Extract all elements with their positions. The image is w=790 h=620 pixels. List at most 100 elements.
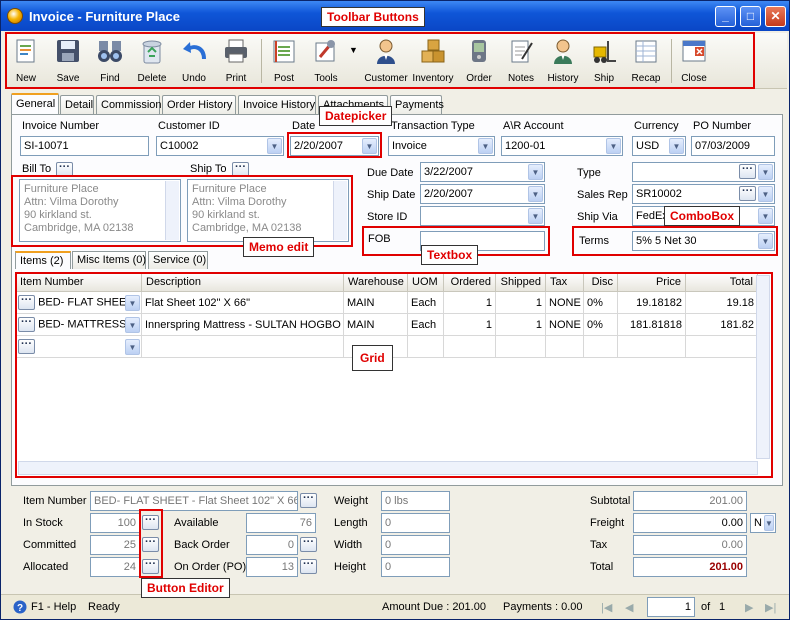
- button-editor-annotation-label: Button Editor: [141, 578, 230, 598]
- amount-due-text: Amount Due : 201.00: [382, 601, 486, 613]
- freight-field[interactable]: 0.00: [633, 513, 747, 533]
- transaction-type-label: Transaction Type: [391, 120, 475, 132]
- chevron-down-icon[interactable]: ▼: [758, 186, 773, 202]
- store-id-combobox[interactable]: ▼: [420, 206, 545, 226]
- sales-rep-label: Sales Rep: [577, 189, 628, 201]
- in-stock-field[interactable]: 100: [90, 513, 140, 533]
- transaction-type-combobox[interactable]: Invoice ▼: [388, 136, 495, 156]
- total-field[interactable]: 201.00: [633, 557, 747, 577]
- last-record-icon[interactable]: ▶|: [765, 601, 776, 614]
- tab-misc-items[interactable]: Misc Items (0): [72, 251, 146, 269]
- sales-rep-value: SR10002: [636, 188, 682, 200]
- first-record-icon[interactable]: |◀: [601, 601, 612, 614]
- tab-general[interactable]: General: [11, 93, 59, 115]
- customer-id-label: Customer ID: [158, 120, 220, 132]
- freight-label: Freight: [590, 517, 625, 529]
- datepicker-annotation-frame: [287, 132, 382, 158]
- weight-field[interactable]: 0 lbs: [381, 491, 450, 511]
- customer-id-combobox[interactable]: C10002 ▼: [156, 136, 284, 156]
- allocated-field[interactable]: 24: [90, 557, 140, 577]
- po-number-field[interactable]: 07/03/2009: [691, 136, 775, 156]
- ar-account-combobox[interactable]: 1200-01 ▼: [501, 136, 623, 156]
- ship-date-picker[interactable]: 2/20/2007 ▼: [420, 184, 545, 204]
- svg-text:?: ?: [17, 603, 23, 614]
- committed-field[interactable]: 25: [90, 535, 140, 555]
- currency-label: Currency: [634, 120, 679, 132]
- chevron-down-icon[interactable]: ▼: [669, 138, 684, 154]
- ship-via-label: Ship Via: [577, 211, 618, 223]
- item-number-field[interactable]: BED- FLAT SHEET - Flat Sheet 102" X 66": [90, 491, 298, 511]
- tax-field[interactable]: 0.00: [633, 535, 747, 555]
- payments-text: Payments : 0.00: [503, 601, 583, 613]
- store-id-label: Store ID: [367, 211, 408, 223]
- toolbar-annotation-label: Toolbar Buttons: [321, 7, 425, 27]
- textbox-annotation-label: Textbox: [421, 245, 479, 265]
- width-field[interactable]: 0: [381, 535, 450, 555]
- chevron-down-icon[interactable]: ▼: [528, 186, 543, 202]
- date-label: Date: [292, 120, 316, 132]
- chevron-down-icon[interactable]: ▼: [758, 208, 773, 224]
- chevron-down-icon[interactable]: ▼: [764, 515, 774, 531]
- status-bar: ? F1 - Help Ready Amount Due : 201.00 Pa…: [1, 594, 789, 619]
- item-number-lookup-button[interactable]: ···: [300, 493, 317, 508]
- available-field[interactable]: 76: [246, 513, 316, 533]
- on-order-button[interactable]: ···: [300, 559, 317, 574]
- back-order-button[interactable]: ···: [300, 537, 317, 552]
- weight-label: Weight: [334, 495, 369, 507]
- grid-annotation-label: Grid: [352, 345, 393, 371]
- in-stock-label: In Stock: [23, 517, 63, 529]
- po-number-label: PO Number: [693, 120, 752, 132]
- length-field[interactable]: 0: [381, 513, 450, 533]
- tab-payments[interactable]: Payments: [390, 95, 444, 115]
- datepicker-annotation-label: Datepicker: [319, 106, 393, 126]
- chevron-down-icon[interactable]: ▼: [267, 138, 282, 154]
- chevron-down-icon[interactable]: ▼: [758, 164, 773, 180]
- toolbar-annotation-frame: [5, 32, 755, 89]
- chevron-down-icon[interactable]: ▼: [478, 138, 493, 154]
- available-label: Available: [174, 517, 219, 529]
- maximize-button[interactable]: □: [740, 6, 761, 27]
- back-order-label: Back Order: [174, 539, 230, 551]
- tab-commission[interactable]: Commission: [96, 95, 162, 115]
- previous-record-icon[interactable]: ◀: [625, 601, 633, 614]
- status-text: Ready: [88, 601, 120, 613]
- type-lookup-button[interactable]: ···: [739, 164, 756, 179]
- chevron-down-icon[interactable]: ▼: [528, 164, 543, 180]
- minimize-button[interactable]: _: [715, 6, 736, 27]
- tab-service[interactable]: Service (0): [148, 251, 208, 269]
- ship-to-label: Ship To: [190, 163, 227, 175]
- freight-tax-combobox[interactable]: N ▼: [750, 513, 776, 533]
- chevron-down-icon[interactable]: ▼: [528, 208, 543, 224]
- tab-items[interactable]: Items (2): [15, 251, 71, 269]
- due-date-label: Due Date: [367, 167, 414, 179]
- tab-invoice-history[interactable]: Invoice History: [238, 95, 316, 115]
- tab-detail[interactable]: Detail: [60, 95, 94, 115]
- subtotal-field[interactable]: 201.00: [633, 491, 747, 511]
- ar-account-label: A\R Account: [503, 120, 564, 132]
- next-record-icon[interactable]: ▶: [745, 601, 753, 614]
- invoice-number-field[interactable]: SI-10071: [20, 136, 149, 156]
- height-field[interactable]: 0: [381, 557, 450, 577]
- height-label: Height: [334, 561, 366, 573]
- close-window-button[interactable]: ✕: [765, 6, 786, 27]
- subtotal-label: Subtotal: [590, 495, 631, 507]
- type-label: Type: [577, 167, 601, 179]
- page-number-field[interactable]: 1: [647, 597, 695, 617]
- currency-combobox[interactable]: USD ▼: [632, 136, 686, 156]
- committed-label: Committed: [23, 539, 77, 551]
- button-editor-annotation-frame: [139, 509, 163, 578]
- tab-order-history[interactable]: Order History: [162, 95, 236, 115]
- type-combobox[interactable]: ▼ ···: [632, 162, 775, 182]
- memo-annotation-label: Memo edit: [243, 237, 315, 257]
- help-icon[interactable]: ?: [13, 600, 27, 614]
- back-order-field[interactable]: 0: [246, 535, 298, 555]
- width-label: Width: [334, 539, 363, 551]
- sales-rep-combobox[interactable]: SR10002 ▼ ···: [632, 184, 775, 204]
- bill-to-label: Bill To: [22, 163, 52, 175]
- allocated-label: Allocated: [23, 561, 69, 573]
- grid-annotation-frame: [15, 272, 773, 478]
- sales-rep-lookup-button[interactable]: ···: [739, 186, 756, 201]
- due-date-picker[interactable]: 3/22/2007 ▼: [420, 162, 545, 182]
- chevron-down-icon[interactable]: ▼: [606, 138, 621, 154]
- on-order-field[interactable]: 13: [246, 557, 298, 577]
